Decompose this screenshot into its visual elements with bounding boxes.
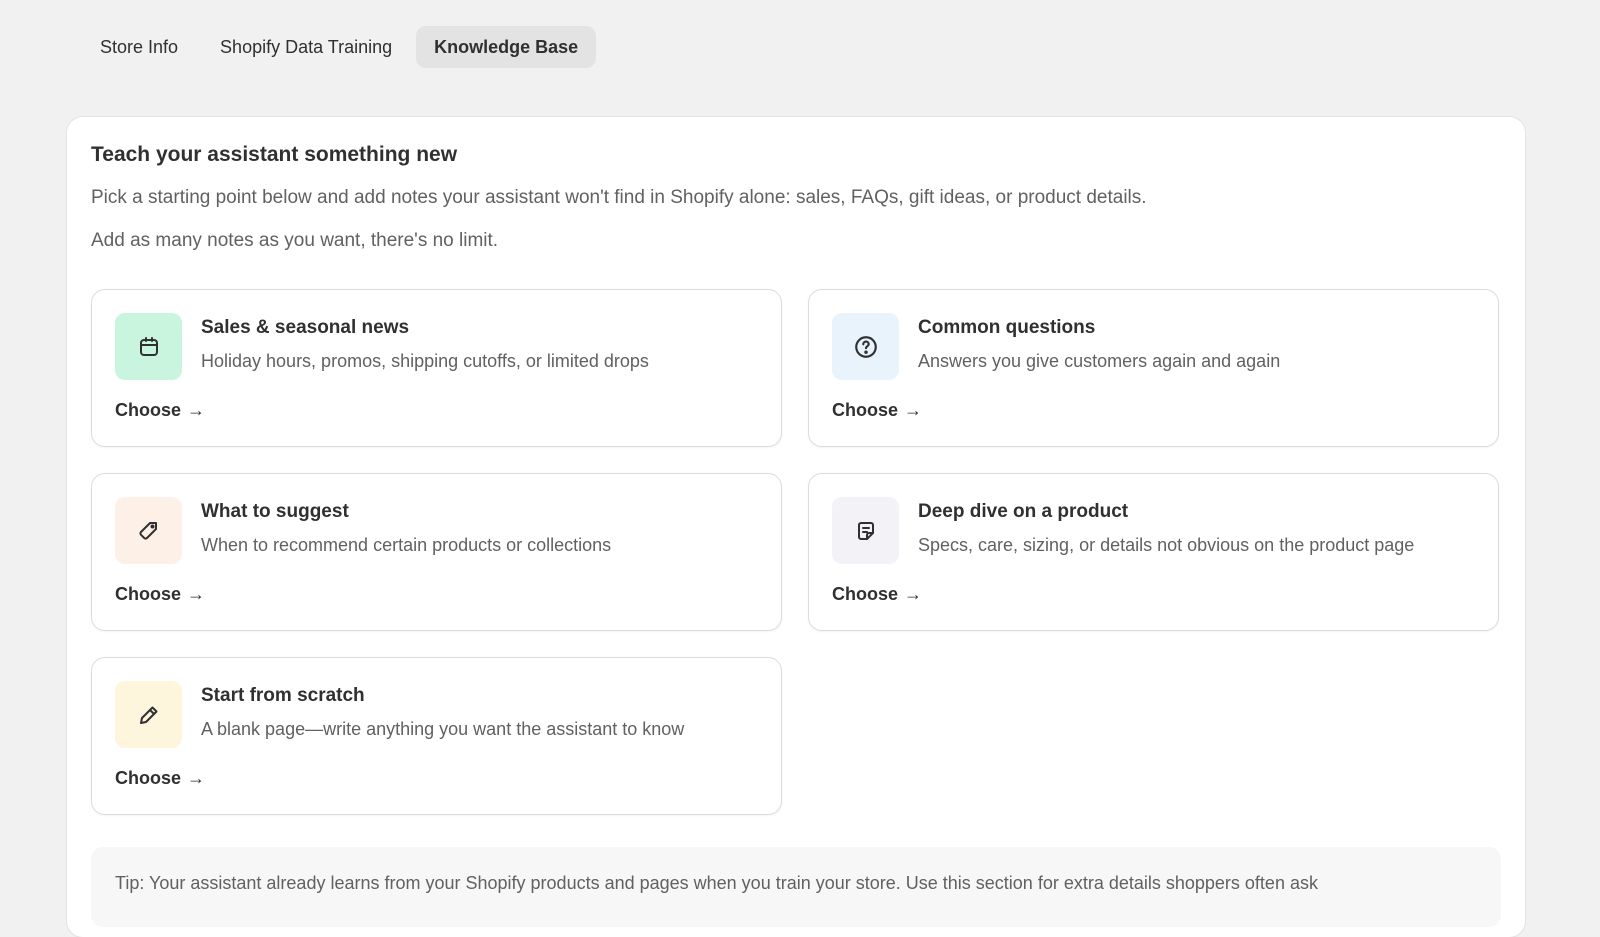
question-circle-icon [853, 334, 879, 360]
option-subtitle: Answers you give customers again and aga… [918, 351, 1281, 371]
option-common-questions[interactable]: Common questions Answers you give custom… [808, 289, 1499, 447]
option-title: Common questions [918, 317, 1096, 338]
tag-icon [137, 519, 161, 543]
choose-label: Choose [115, 400, 182, 420]
tab-knowledge-base[interactable]: Knowledge Base [416, 26, 597, 68]
option-start-from-scratch[interactable]: Start from scratch A blank page—write an… [91, 657, 782, 815]
choose-button[interactable]: Choose → [832, 584, 922, 605]
description-text: Pick a starting point below and add note… [91, 187, 1147, 208]
tip-banner: Tip: Your assistant already learns from … [91, 847, 1501, 927]
option-icon-tile [832, 313, 899, 380]
choose-label: Choose [115, 584, 182, 604]
option-sales-seasonal-news[interactable]: Sales & seasonal news Holiday hours, pro… [91, 289, 782, 447]
note-icon [854, 519, 878, 543]
knowledge-base-card: Teach your assistant something new Pick … [67, 117, 1525, 937]
page-title: Teach your assistant something new [91, 143, 458, 166]
choose-button[interactable]: Choose → [115, 584, 205, 605]
option-title: What to suggest [201, 501, 349, 522]
option-subtitle: When to recommend certain products or co… [201, 535, 612, 555]
option-icon-tile [115, 497, 182, 564]
arrow-right-icon: → [187, 584, 206, 604]
choose-button[interactable]: Choose → [115, 768, 205, 789]
choose-label: Choose [832, 400, 899, 420]
arrow-right-icon: → [187, 768, 206, 788]
arrow-right-icon: → [904, 584, 923, 604]
arrow-right-icon: → [187, 400, 206, 420]
option-icon-tile [115, 313, 182, 380]
option-title: Start from scratch [201, 685, 365, 706]
option-subtitle: Holiday hours, promos, shipping cutoffs,… [201, 351, 649, 371]
option-title: Sales & seasonal news [201, 317, 410, 338]
pencil-icon [137, 703, 161, 727]
choose-label: Choose [115, 768, 182, 788]
option-subtitle: A blank page—write anything you want the… [201, 719, 685, 739]
tab-bar: Store Info Shopify Data Training Knowled… [82, 26, 597, 68]
option-icon-tile [115, 681, 182, 748]
option-title: Deep dive on a product [918, 501, 1129, 522]
calendar-icon [137, 335, 161, 359]
tab-shopify-data-training[interactable]: Shopify Data Training [202, 26, 410, 68]
choose-button[interactable]: Choose → [115, 400, 205, 421]
option-deep-dive-product[interactable]: Deep dive on a product Specs, care, sizi… [808, 473, 1499, 631]
choose-button[interactable]: Choose → [832, 400, 922, 421]
option-what-to-suggest[interactable]: What to suggest When to recommend certai… [91, 473, 782, 631]
arrow-right-icon: → [904, 400, 923, 420]
description-note: Add as many notes as you want, there's n… [91, 230, 499, 251]
option-subtitle: Specs, care, sizing, or details not obvi… [918, 535, 1415, 555]
choose-label: Choose [832, 584, 899, 604]
tab-store-info[interactable]: Store Info [82, 26, 196, 68]
tip-text: Tip: Your assistant already learns from … [115, 873, 1318, 893]
option-icon-tile [832, 497, 899, 564]
